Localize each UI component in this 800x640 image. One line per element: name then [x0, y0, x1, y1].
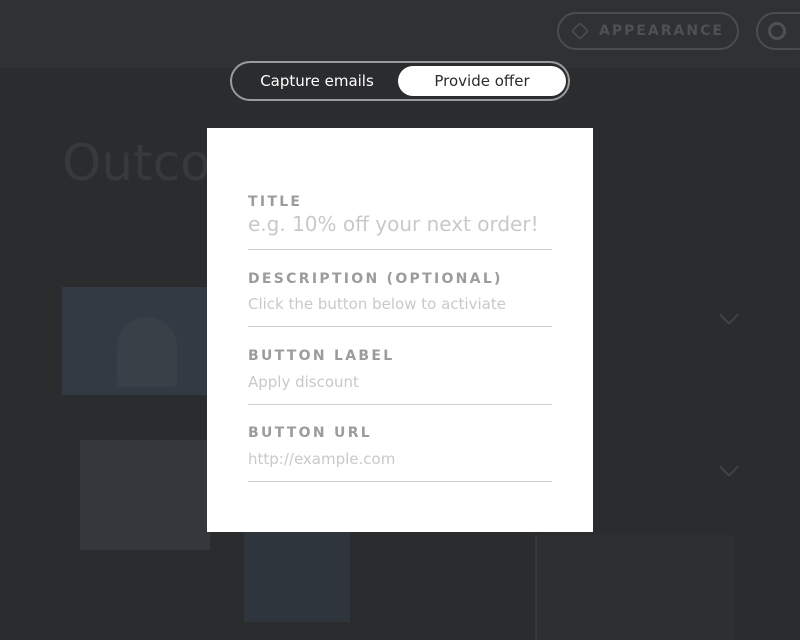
appearance-button-label: APPEARANCE — [599, 23, 724, 39]
button-url-field-label: BUTTON URL — [248, 425, 373, 441]
background-image — [62, 287, 212, 395]
button-label-field-label: BUTTON LABEL — [248, 348, 395, 364]
tab-capture-emails[interactable]: Capture emails — [236, 66, 398, 96]
chevron-down-icon — [719, 457, 739, 477]
button-url-input[interactable]: http://example.com — [248, 450, 395, 468]
offer-form-modal: TITLE e.g. 10% off your next order! DESC… — [207, 128, 593, 532]
description-field-label: DESCRIPTION (OPTIONAL) — [248, 271, 503, 287]
button-label-input[interactable]: Apply discount — [248, 373, 359, 391]
background-card — [535, 535, 735, 640]
settings-button[interactable] — [756, 12, 800, 50]
appearance-button[interactable]: APPEARANCE — [557, 12, 739, 50]
title-field[interactable]: TITLE e.g. 10% off your next order! — [248, 192, 552, 250]
button-url-field[interactable]: BUTTON URL http://example.com — [248, 425, 552, 482]
mode-toggle: Capture emails Provide offer — [230, 61, 570, 101]
background-topbar: APPEARANCE — [0, 0, 800, 68]
title-field-label: TITLE — [248, 194, 303, 210]
title-input[interactable]: e.g. 10% off your next order! — [248, 212, 539, 236]
chevron-down-icon — [719, 305, 739, 325]
background-page-heading: Outco — [62, 134, 211, 192]
button-label-field[interactable]: BUTTON LABEL Apply discount — [248, 348, 552, 405]
description-field[interactable]: DESCRIPTION (OPTIONAL) Click the button … — [248, 271, 552, 327]
background-image — [80, 440, 210, 550]
background-image — [244, 530, 350, 622]
tab-provide-offer[interactable]: Provide offer — [398, 66, 566, 96]
gear-icon — [768, 22, 786, 40]
description-input[interactable]: Click the button below to activiate — [248, 295, 506, 313]
pencil-icon — [571, 22, 589, 40]
